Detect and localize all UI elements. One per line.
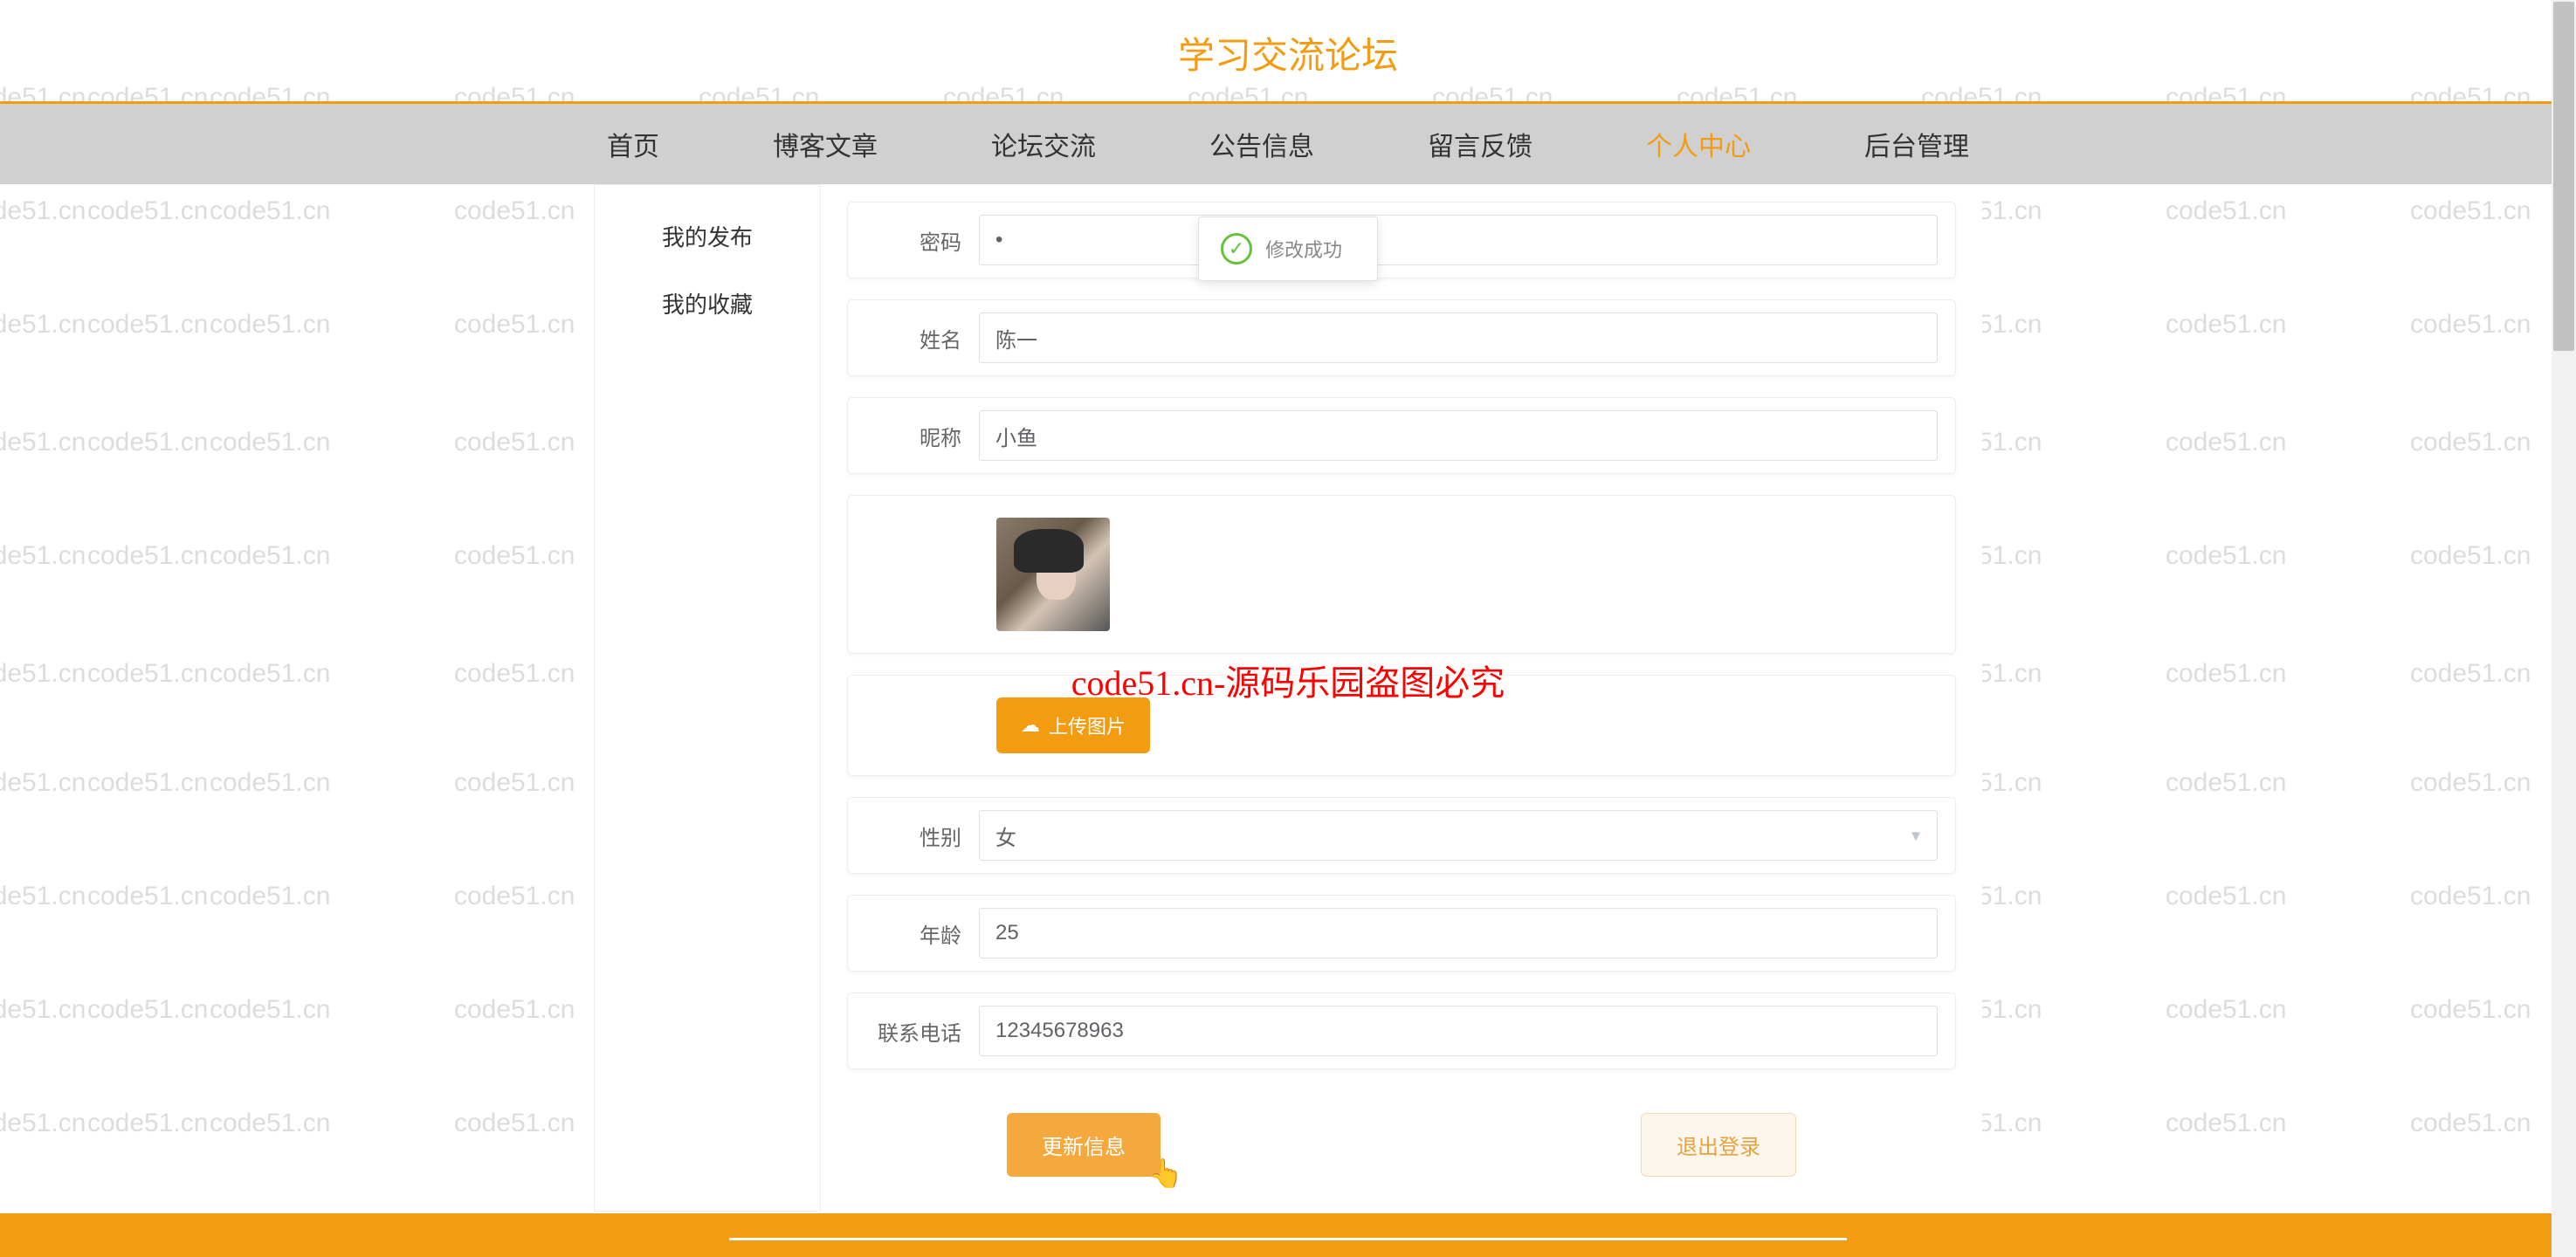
input-age[interactable]: [979, 908, 1938, 958]
toast-text: 修改成功: [1265, 235, 1342, 263]
nav-home[interactable]: 首页: [607, 125, 659, 163]
label-age: 年龄: [865, 918, 979, 949]
nav-forum[interactable]: 论坛交流: [991, 125, 1096, 163]
input-phone[interactable]: [979, 1006, 1938, 1056]
sidebar: 我的发布 我的收藏: [594, 184, 821, 1212]
update-button[interactable]: 更新信息: [1007, 1113, 1161, 1177]
sidebar-my-favorites[interactable]: 我的收藏: [595, 270, 820, 337]
footer-bar: [0, 1213, 2576, 1257]
upload-row: 上传图片: [847, 675, 1956, 776]
button-row: 更新信息 退出登录: [847, 1096, 1956, 1194]
label-nickname: 昵称: [865, 421, 979, 451]
nav-announcements[interactable]: 公告信息: [1209, 125, 1314, 163]
site-title: 学习交流论坛: [0, 26, 2576, 79]
form-row-phone: 联系电话: [847, 993, 1956, 1069]
upload-button[interactable]: 上传图片: [996, 697, 1150, 753]
nav-blog[interactable]: 博客文章: [773, 125, 878, 163]
input-nickname[interactable]: [979, 410, 1938, 461]
label-gender: 性别: [865, 821, 979, 851]
form-panel: 密码 姓名 昵称 上传图片 性别 ▾ 年: [821, 184, 1982, 1212]
select-gender[interactable]: [979, 810, 1938, 861]
avatar-row: [847, 495, 1956, 654]
check-icon: ✓: [1221, 233, 1252, 264]
success-toast: ✓ 修改成功: [1198, 216, 1378, 281]
form-row-password: 密码: [847, 202, 1956, 278]
label-password: 密码: [865, 225, 979, 256]
form-row-gender: 性别 ▾: [847, 797, 1956, 874]
nav-bar: 首页 博客文章 论坛交流 公告信息 留言反馈 个人中心 后台管理: [0, 104, 2576, 184]
label-name: 姓名: [865, 323, 979, 354]
footer-divider: [729, 1238, 1847, 1240]
form-row-name: 姓名: [847, 299, 1956, 376]
nav-profile[interactable]: 个人中心: [1646, 125, 1751, 163]
sidebar-my-posts[interactable]: 我的发布: [595, 203, 820, 270]
select-gender-wrapper[interactable]: ▾: [979, 810, 1938, 861]
form-row-age: 年龄: [847, 895, 1956, 972]
form-row-nickname: 昵称: [847, 397, 1956, 474]
nav-admin[interactable]: 后台管理: [1864, 125, 1969, 163]
upload-label: 上传图片: [1049, 711, 1126, 739]
main-area: 我的发布 我的收藏 密码 姓名 昵称 上传图片 性别: [0, 184, 2576, 1212]
scrollbar-track[interactable]: [2552, 0, 2576, 1257]
scrollbar-thumb[interactable]: [2553, 2, 2574, 351]
cloud-upload-icon: [1021, 714, 1040, 737]
header: 学习交流论坛: [0, 0, 2576, 101]
chevron-down-icon: ▾: [1911, 825, 1920, 847]
avatar-image[interactable]: [996, 518, 1110, 631]
input-password[interactable]: [979, 215, 1938, 265]
label-phone: 联系电话: [865, 1016, 979, 1047]
nav-feedback[interactable]: 留言反馈: [1428, 125, 1533, 163]
logout-button[interactable]: 退出登录: [1641, 1113, 1796, 1177]
input-name[interactable]: [979, 313, 1938, 363]
